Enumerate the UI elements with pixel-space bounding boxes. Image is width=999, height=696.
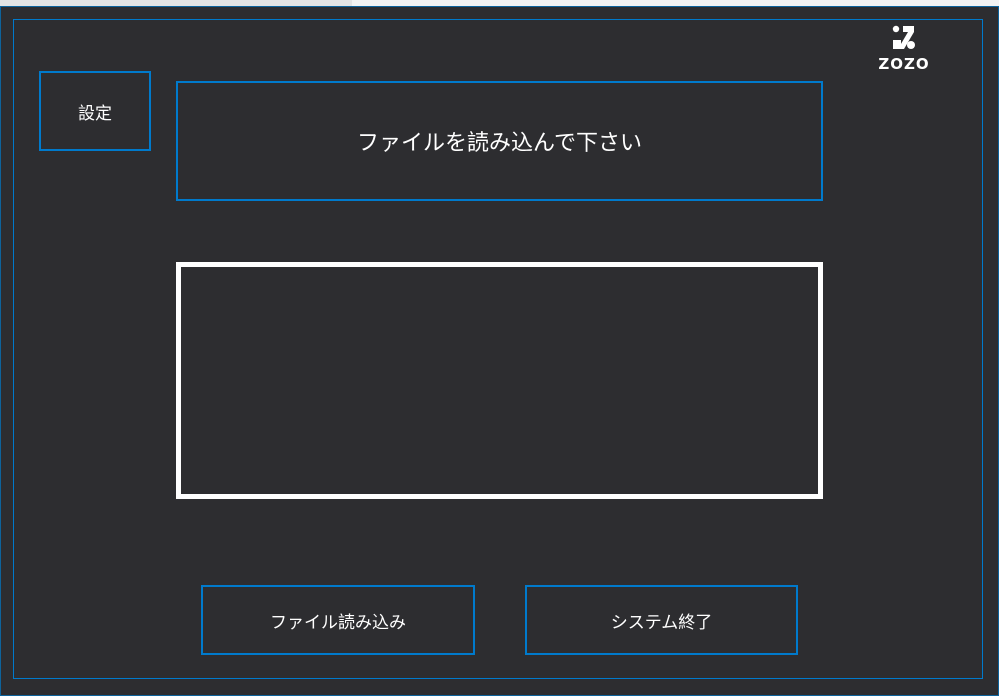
preview-display-area: [176, 262, 823, 499]
zozo-logo: ZOZO: [877, 25, 931, 79]
app-window: 設定 ファイルを読み込んで下さい ファイル読み込み システム終了 ZOZO: [0, 6, 999, 696]
settings-button[interactable]: 設定: [39, 71, 151, 151]
exit-system-button[interactable]: システム終了: [525, 585, 798, 655]
status-message-text: ファイルを読み込んで下さい: [357, 131, 642, 156]
load-file-button[interactable]: ファイル読み込み: [201, 585, 475, 655]
status-message-box: ファイルを読み込んで下さい: [176, 81, 823, 201]
zozo-logo-icon: [892, 25, 915, 49]
logo-text: ZOZO: [878, 55, 930, 73]
